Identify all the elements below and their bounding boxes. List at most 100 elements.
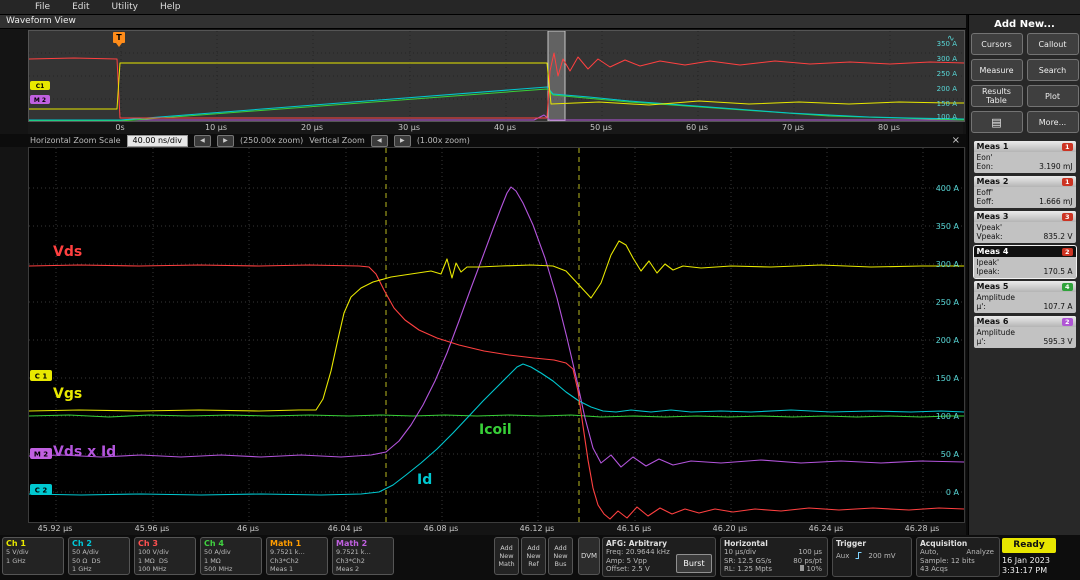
channel-badge-row: Meas 2: [333, 565, 393, 574]
overview-time-label: 30 µs: [387, 123, 431, 132]
v-zoom-increase-button[interactable]: ▶: [394, 135, 411, 147]
channel-badge-title: Math 1: [267, 538, 327, 548]
add-new-ref-button[interactable]: Add New Ref: [521, 537, 546, 575]
meas-result-badge-3[interactable]: Meas 33Vpeak'Vpeak:835.2 V: [974, 211, 1076, 243]
meas-result-badge-4[interactable]: Meas 42Ipeak'Ipeak:170.5 A: [974, 246, 1076, 278]
meas-result-badge-5[interactable]: Meas 54Amplitudeµ':107.7 A: [974, 281, 1076, 313]
meas-value: 835.2 V: [1044, 232, 1073, 241]
overview-time-label: 40 µs: [483, 123, 527, 132]
main-time-label: 46 µs: [226, 524, 270, 533]
afg-value: Amp: 5 Vpp: [606, 557, 647, 566]
main-graticule[interactable]: 400 A350 A300 A250 A200 A150 A100 A50 A0…: [28, 147, 965, 523]
acquisition-title: Acquisition: [920, 539, 996, 548]
channel-settings-badge-ch1[interactable]: Ch 15 V/div1 GHz: [2, 537, 64, 575]
meas-value-row: Eon:3.190 mJ: [974, 162, 1076, 173]
meas-line1: Ipeak': [974, 257, 1076, 267]
horizontal-value-left: RL: 1.25 Mpts: [724, 565, 772, 574]
overview-time-label: 20 µs: [290, 123, 334, 132]
main-time-label: 46.08 µs: [419, 524, 463, 533]
main-time-label: 46.28 µs: [900, 524, 944, 533]
search-button[interactable]: Search: [1027, 59, 1079, 81]
meas-result-badge-1[interactable]: Meas 11Eon'Eon:3.190 mJ: [974, 141, 1076, 173]
h-zoom-label: Horizontal Zoom Scale: [30, 136, 121, 145]
bottom-settings-bar: Ch 15 V/div1 GHzCh 250 A/div50 Ω DS1 GHz…: [0, 535, 1080, 580]
meas-result-badge-6[interactable]: Meas 62Amplitudeµ':595.3 V: [974, 316, 1076, 348]
menu-file[interactable]: File: [24, 2, 61, 12]
meas-result-badge-2[interactable]: Meas 21Eoff'Eoff:1.666 mJ: [974, 176, 1076, 208]
burst-button[interactable]: Burst: [676, 554, 712, 573]
afg-title: AFG: Arbitrary: [606, 539, 712, 548]
overview-time-label: 50 µs: [579, 123, 623, 132]
acquisition-panel[interactable]: AcquisitionAuto, AnalyzeSample: 12 bits43…: [916, 537, 1000, 577]
channel-badge-row: Ch3*Ch2: [267, 557, 327, 566]
h-zoom-decrease-button[interactable]: ◀: [194, 135, 211, 147]
channel-badge-row: 9.7521 k...: [333, 548, 393, 557]
meas-label: Vpeak:: [977, 232, 1003, 241]
results-table-button[interactable]: Results Table: [971, 85, 1023, 107]
overview-time-label: 70 µs: [771, 123, 815, 132]
meas-line1: Amplitude: [974, 327, 1076, 337]
trigger-level: 200 mV: [868, 552, 895, 560]
acquisition-value-left: 43 Acqs: [920, 565, 948, 574]
meas-title: Meas 1: [977, 142, 1009, 151]
channel-settings-badge-ch2[interactable]: Ch 250 A/div50 Ω DS1 GHz: [68, 537, 130, 575]
meas-title: Meas 3: [977, 212, 1009, 221]
channel-badge-row: 1 GHz: [69, 565, 129, 574]
annotation-icon-button[interactable]: ▤: [971, 111, 1023, 133]
main-time-label: 45.92 µs: [33, 524, 77, 533]
overview-amp-label: 250 A: [937, 70, 958, 78]
cursors-button[interactable]: Cursors: [971, 33, 1023, 55]
overview-amp-label: 300 A: [937, 55, 958, 63]
ready-status: Ready: [1002, 538, 1056, 553]
channel-badge-row: 1 MΩ: [201, 557, 261, 566]
meas-label: µ':: [977, 337, 986, 346]
channel-badge-row: 1 GHz: [3, 557, 63, 566]
trigger-marker[interactable]: T: [113, 32, 125, 43]
add-new-bus-button[interactable]: Add New Bus: [548, 537, 573, 575]
overview-graticule[interactable]: 350 A300 A250 A200 A150 A100 A∿C1M 2 T: [28, 30, 965, 122]
meas-label: Ipeak:: [977, 267, 1000, 276]
meas-label: Eoff:: [977, 197, 994, 206]
trigger-panel[interactable]: TriggerAux200 mV: [832, 537, 912, 577]
channel-settings-badge-ch3[interactable]: Ch 3100 V/div1 MΩ DS100 MHz: [134, 537, 196, 575]
amp-axis-label: 400 A: [936, 184, 960, 193]
acquisition-value-left: Auto,: [920, 548, 938, 557]
zoom-toolbar: Horizontal Zoom Scale 40.00 ns/div ◀ ▶ (…: [0, 134, 966, 147]
menu-edit[interactable]: Edit: [61, 2, 100, 12]
more-button[interactable]: More...: [1027, 111, 1079, 133]
meas-header: Meas 54: [974, 281, 1076, 292]
overview-zoom-icon[interactable]: ∿: [947, 34, 955, 44]
horizontal-title: Horizontal: [724, 539, 824, 548]
meas-source-badge: 1: [1062, 178, 1073, 186]
overview-channel-badge-label: M 2: [34, 97, 46, 104]
acquisition-row: Sample: 12 bits: [920, 557, 996, 566]
v-zoom-decrease-button[interactable]: ◀: [371, 135, 388, 147]
channel-settings-badge-ch4[interactable]: Ch 450 A/div1 MΩ500 MHz: [200, 537, 262, 575]
h-zoom-scale-input[interactable]: 40.00 ns/div: [127, 135, 188, 147]
dvm-button[interactable]: DVM: [578, 537, 600, 575]
h-zoom-increase-button[interactable]: ▶: [217, 135, 234, 147]
zoom-close-button[interactable]: ×: [952, 134, 960, 147]
channel-settings-badge-math1[interactable]: Math 19.7521 k...Ch3*Ch2Meas 1: [266, 537, 328, 575]
channel-settings-badge-math2[interactable]: Math 29.7521 k...Ch3*Ch2Meas 2: [332, 537, 394, 575]
afg-panel[interactable]: AFG: ArbitraryFreq: 20.9644 kHzAmp: 5 Vp…: [602, 537, 716, 577]
plot-button[interactable]: Plot: [1027, 85, 1079, 107]
horizontal-panel[interactable]: Horizontal10 µs/div100 µsSR: 12.5 GS/s80…: [720, 537, 828, 577]
add-new-math-button[interactable]: Add New Math: [494, 537, 519, 575]
zoom-window-indicator[interactable]: [548, 31, 565, 121]
trigger-slope-icon: [854, 551, 863, 560]
meas-value-row: µ':595.3 V: [974, 337, 1076, 348]
channel-badge-row: 50 A/div: [201, 548, 261, 557]
acquisition-value-right: Analyze: [966, 548, 994, 557]
menu-help[interactable]: Help: [149, 2, 192, 12]
callout-button[interactable]: Callout: [1027, 33, 1079, 55]
channel-badge-row: 1 MΩ DS: [135, 557, 195, 566]
menu-utility[interactable]: Utility: [101, 2, 149, 12]
v-zoom-label: Vertical Zoom: [309, 136, 365, 145]
acquisition-row: 43 Acqs: [920, 565, 996, 574]
meas-title: Meas 5: [977, 282, 1009, 291]
channel-badge-row: 50 A/div: [69, 548, 129, 557]
overview-time-label: 0s: [98, 123, 142, 132]
measure-button[interactable]: Measure: [971, 59, 1023, 81]
channel-badge-title: Math 2: [333, 538, 393, 548]
